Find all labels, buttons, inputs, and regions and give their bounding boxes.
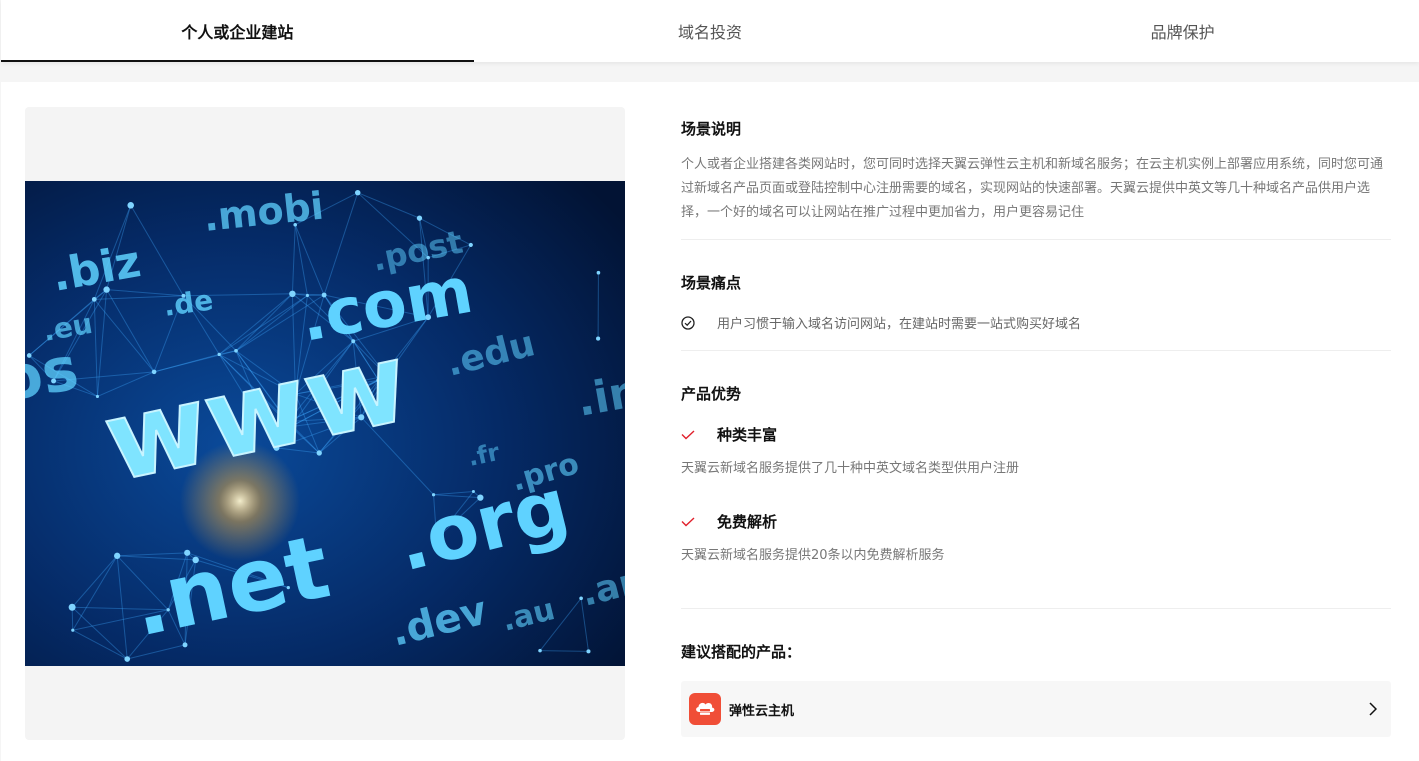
tab-label: 品牌保护: [1150, 23, 1215, 42]
scenario-title: 场景说明: [681, 120, 742, 138]
scenario-image: .mobi .biz .post .de .com .eu .edu www .…: [25, 107, 625, 740]
divider: [681, 350, 1391, 351]
tab-label: 个人或企业建站: [181, 23, 294, 42]
tab-label: 域名投资: [678, 23, 743, 42]
scenario-tabs: 个人或企业建站 域名投资 品牌保护: [1, 0, 1419, 62]
chevron-right-icon: [1363, 702, 1383, 716]
pain-title: 场景痛点: [681, 274, 742, 292]
advantage-desc: 天翼云新域名服务提供20条以内免费解析服务: [681, 548, 945, 563]
product-card-ecs[interactable]: 弹性云主机: [681, 681, 1391, 737]
product-name: 弹性云主机: [729, 703, 795, 719]
pain-item: 用户习惯于输入域名访问网站，在建站时需要一站式购买好域名: [681, 313, 1391, 332]
check-circle-icon: [681, 315, 717, 330]
domain-illustration: .mobi .biz .post .de .com .eu .edu www .…: [25, 181, 625, 666]
tab-domain-investment[interactable]: 域名投资: [474, 0, 947, 62]
advantage-title: 种类丰富: [717, 426, 778, 444]
advantage-item: 免费解析: [681, 511, 1391, 532]
scenario-panel: .mobi .biz .post .de .com .eu .edu www .…: [1, 82, 1419, 761]
advantage-item: 种类丰富: [681, 424, 1391, 445]
check-icon: [681, 516, 717, 527]
divider: [681, 608, 1391, 609]
divider: [681, 239, 1391, 240]
advantage-title: 免费解析: [717, 513, 778, 531]
check-icon: [681, 429, 717, 440]
tab-brand-protection[interactable]: 品牌保护: [946, 0, 1419, 62]
pain-text: 用户习惯于输入域名访问网站，在建站时需要一站式购买好域名: [717, 317, 1082, 332]
recommend-title: 建议搭配的产品：: [681, 643, 802, 661]
cloud-server-icon: [689, 693, 721, 725]
advantage-desc: 天翼云新域名服务提供了几十种中英文域名类型供用户注册: [681, 461, 1020, 476]
word-de: .de: [161, 283, 215, 323]
scenario-content: 场景说明 个人或者企业搭建各类网站时，您可同时选择天翼云弹性云主机和新域名服务；…: [681, 107, 1391, 737]
scenario-description: 个人或者企业搭建各类网站时，您可同时选择天翼云弹性云主机和新域名服务；在云主机实…: [681, 157, 1384, 220]
advantages-title: 产品优势: [681, 385, 742, 403]
tab-personal-site[interactable]: 个人或企业建站: [1, 0, 474, 62]
